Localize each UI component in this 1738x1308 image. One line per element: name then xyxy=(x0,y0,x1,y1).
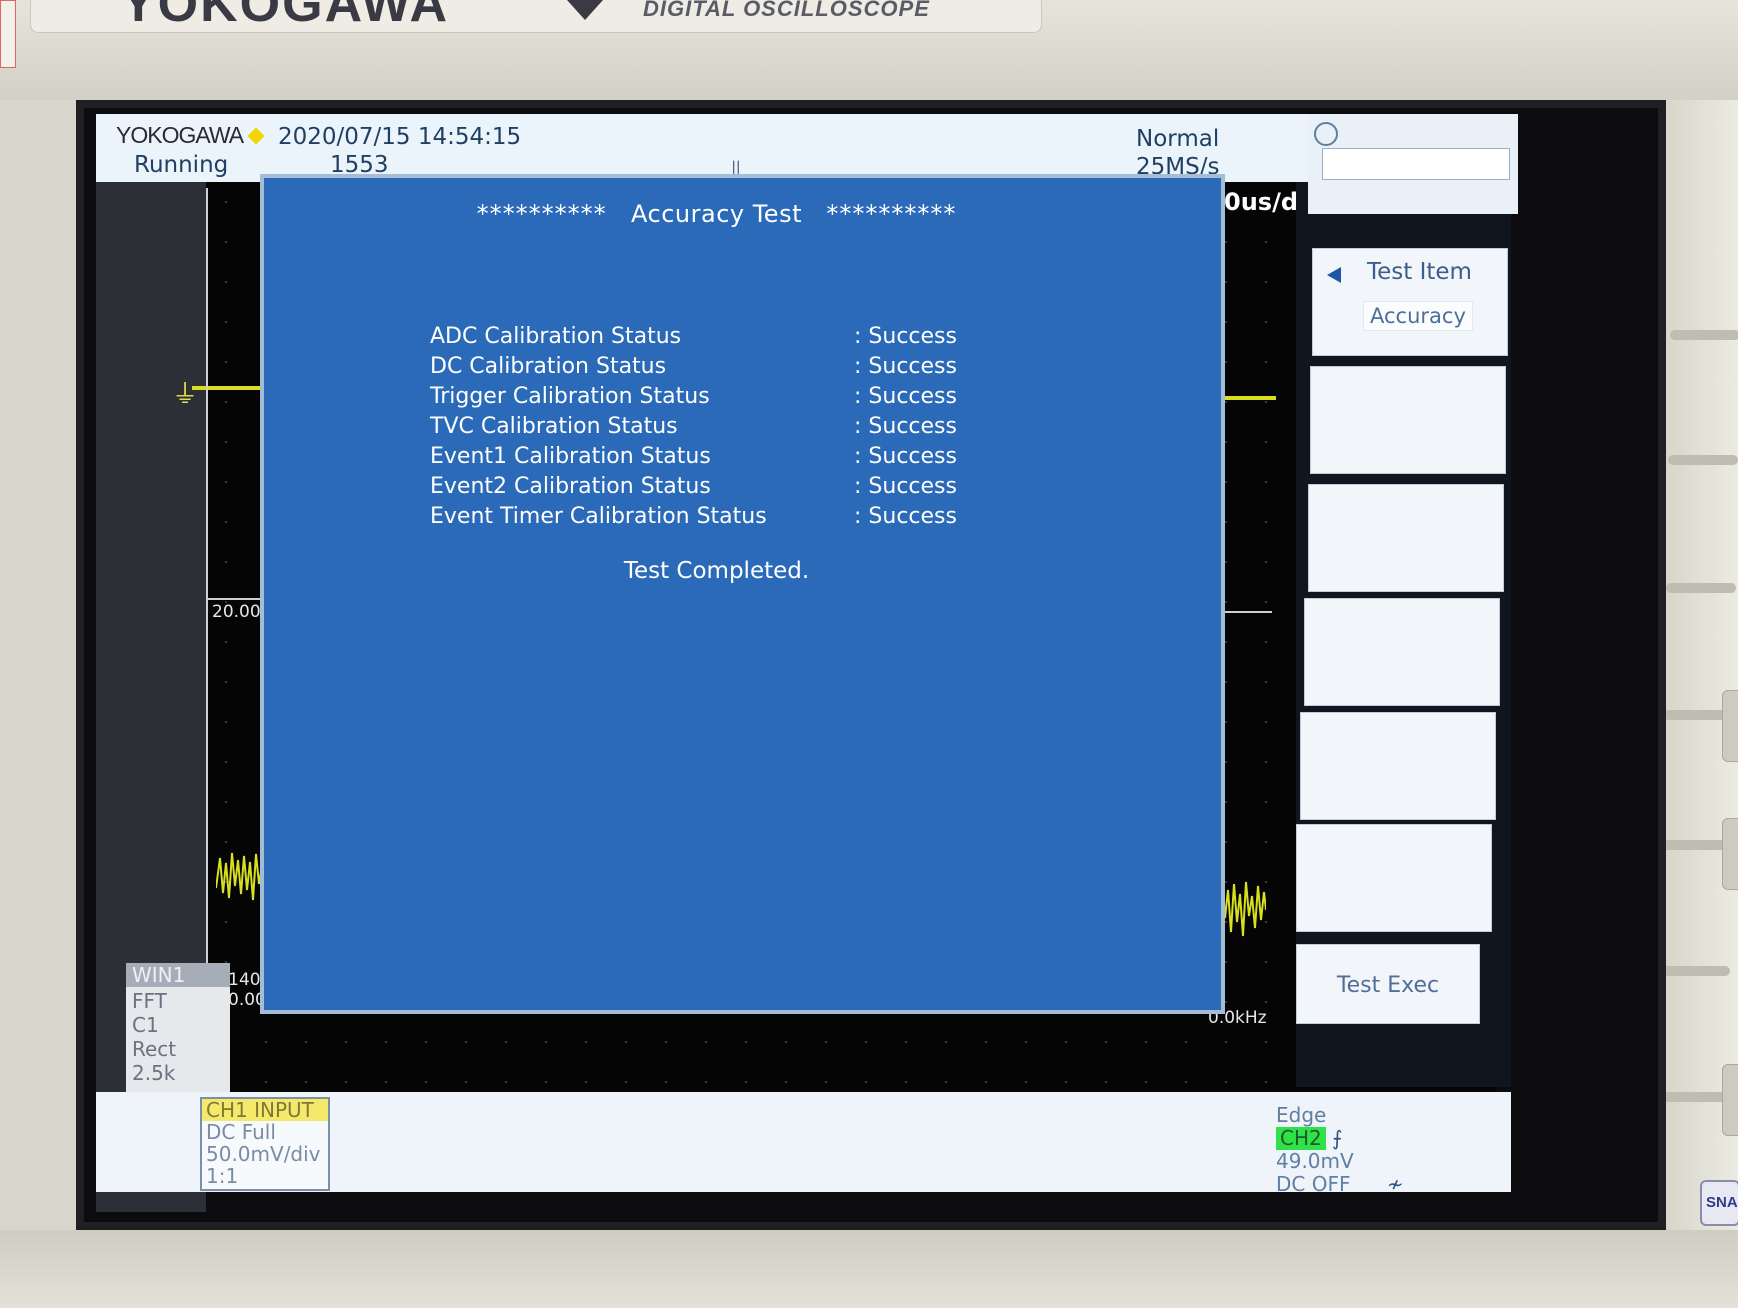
status-brand: YOKOGAWA xyxy=(116,122,244,148)
trigger-info: Edge CH2 ⨍ 49.0mV DC OFF ≁ xyxy=(1276,1104,1404,1196)
trigger-source-row: CH2 ⨍ xyxy=(1276,1127,1404,1150)
status-row-label: DC Calibration Status xyxy=(430,354,667,379)
trigger-source-badge: CH2 xyxy=(1276,1127,1326,1150)
accuracy-test-dialog: ********** Accuracy Test ********** ADC … xyxy=(260,174,1225,1014)
trigger-level: 49.0mV xyxy=(1276,1149,1354,1173)
brand-logo: YOKOGAWA xyxy=(121,0,450,33)
trigger-coupling: DC OFF xyxy=(1276,1172,1351,1196)
status-datetime: 2020/07/15 14:54:15 xyxy=(278,124,522,150)
test-completed-message: Test Completed. xyxy=(623,558,810,584)
soft-menu-input xyxy=(1322,148,1510,180)
hf-reject-icon: ≁ xyxy=(1386,1172,1404,1196)
trigger-type: Edge xyxy=(1276,1103,1327,1127)
status-trigger-mode: Normal xyxy=(1136,126,1220,152)
test-item-value: Accuracy xyxy=(1363,301,1473,331)
ch1-input-box[interactable]: CH1 INPUT DC Full 50.0mV/div 1:1 xyxy=(200,1097,330,1191)
fft-left-axis xyxy=(206,188,208,1088)
win1-info-box: WIN1 FFT C1 Rect 2.5k xyxy=(126,963,230,1105)
side-knob-2[interactable] xyxy=(1722,818,1738,890)
test-item-softkey[interactable]: Test Item Accuracy xyxy=(1312,248,1508,356)
ch1-input-header: CH1 INPUT xyxy=(202,1099,328,1121)
side-knob-3[interactable] xyxy=(1722,1064,1738,1136)
win1-title: WIN1 xyxy=(126,963,230,987)
ch1-coupling: DC Full xyxy=(206,1120,276,1144)
status-bar: YOKOGAWA 2020/07/15 14:54:15 Running 155… xyxy=(96,114,1401,182)
status-row-value: : Success xyxy=(854,354,957,379)
ground-marker-icon: ⏚ xyxy=(172,380,199,410)
win1-line-2: Rect xyxy=(132,1037,177,1061)
brand-arrow-icon xyxy=(567,0,603,20)
test-exec-softkey[interactable]: Test Exec xyxy=(1296,944,1480,1024)
ch1-probe: 1:1 xyxy=(206,1164,239,1188)
status-row-value: : Success xyxy=(854,444,957,469)
status-row-value: : Success xyxy=(854,414,957,439)
ch1-trace-left xyxy=(192,386,262,390)
calibration-sticker xyxy=(0,0,16,68)
softkey-4[interactable] xyxy=(1304,598,1500,706)
ch1-scale: 50.0mV/div xyxy=(206,1142,321,1166)
status-row-value: : Success xyxy=(854,384,957,409)
test-item-label: Test Item xyxy=(1367,259,1472,285)
status-row-value: : Success xyxy=(854,324,957,349)
softkey-notch-3 xyxy=(1666,583,1736,593)
softkey-2[interactable] xyxy=(1310,366,1506,474)
softkey-3[interactable] xyxy=(1308,484,1504,592)
status-row-label: Trigger Calibration Status xyxy=(430,384,710,409)
dialog-title-stars-right: ********** xyxy=(826,200,957,228)
softkey-6[interactable] xyxy=(1296,824,1492,932)
status-row-label: Event1 Calibration Status xyxy=(430,444,711,469)
status-row-label: Event Timer Calibration Status xyxy=(430,504,767,529)
status-diamond-icon xyxy=(247,127,265,145)
win1-line-3: 2.5k xyxy=(132,1061,176,1085)
softkey-notch-7 xyxy=(1658,1092,1728,1102)
fft-top-line-left xyxy=(206,598,266,600)
oscilloscope-screen: YOKOGAWA 2020/07/15 14:54:15 Running 155… xyxy=(76,100,1666,1230)
win1-line-1: C1 xyxy=(132,1013,159,1037)
status-row-value: : Success xyxy=(854,504,957,529)
bottom-info-bar: CH1 INPUT DC Full 50.0mV/div 1:1 Edge CH… xyxy=(96,1092,1511,1196)
ch1-trace-right xyxy=(1220,396,1276,400)
test-exec-label: Test Exec xyxy=(1336,973,1440,998)
circle-icon xyxy=(1314,122,1338,146)
instrument-bezel-bottom xyxy=(0,1230,1738,1308)
instrument-bezel-top: YOKOGAWA DIGITAL OSCILLOSCOPE xyxy=(0,0,1738,100)
status-row-label: Event2 Calibration Status xyxy=(430,474,711,499)
triangle-left-icon xyxy=(1327,267,1341,283)
rising-edge-icon: ⨍ xyxy=(1332,1126,1343,1150)
softkey-notch-2 xyxy=(1668,455,1738,465)
dialog-title-text: Accuracy Test xyxy=(631,200,802,228)
dialog-title: ********** Accuracy Test ********** xyxy=(234,200,1199,228)
snapshot-button[interactable]: SNAI xyxy=(1700,1180,1738,1226)
status-row-label: TVC Calibration Status xyxy=(430,414,678,439)
dialog-title-stars-left: ********** xyxy=(476,200,607,228)
softkey-notch-1 xyxy=(1670,330,1738,340)
model-line: DIGITAL OSCILLOSCOPE xyxy=(643,0,930,21)
brand-plate: YOKOGAWA DIGITAL OSCILLOSCOPE xyxy=(30,0,1042,33)
status-row-value: : Success xyxy=(854,474,957,499)
softkey-5[interactable] xyxy=(1300,712,1496,820)
side-knob-1[interactable] xyxy=(1722,690,1738,762)
softkey-notch-6 xyxy=(1660,966,1730,976)
status-row-label: ADC Calibration Status xyxy=(430,324,682,349)
status-run-state: Running xyxy=(134,152,229,178)
win1-line-0: FFT xyxy=(132,989,167,1013)
trigger-coupling-row: DC OFF ≁ xyxy=(1276,1173,1404,1196)
